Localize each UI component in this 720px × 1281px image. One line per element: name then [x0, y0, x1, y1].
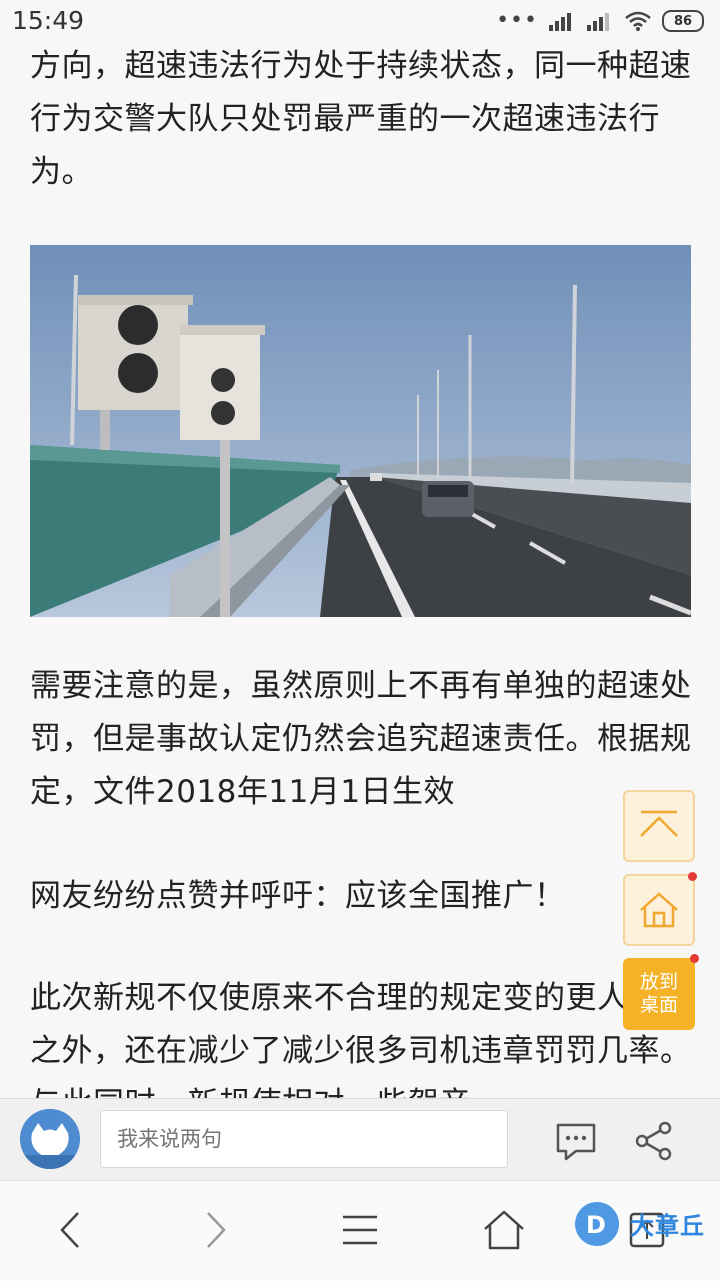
more-dots-icon: ••• — [496, 8, 538, 33]
home-nav-icon[interactable] — [479, 1205, 529, 1255]
add-to-desktop-label-2: 桌面 — [639, 994, 678, 1016]
notification-dot — [688, 872, 697, 881]
arrow-up-icon — [640, 810, 678, 837]
add-to-desktop-label-1: 放到 — [639, 971, 678, 993]
notification-dot — [690, 954, 699, 963]
article-paragraph-2: 需要注意的是，虽然原则上不再有单独的超速处罚，但是事故认定仍然会追究超速责任。根… — [30, 668, 692, 810]
wifi-icon — [625, 11, 651, 31]
signal-icon — [549, 13, 571, 31]
watermark-text: 大章丘 — [630, 1212, 705, 1240]
signal-icon-2 — [587, 13, 609, 31]
battery-icon: 86 — [662, 10, 704, 32]
comment-bar — [0, 1098, 720, 1181]
article-paragraph-4: 此次新规不仅使原来不合理的规定变的更人性化之外，还在减少了减少很多司机违章罚罚几… — [30, 980, 692, 1098]
status-time: 15:49 — [12, 6, 85, 35]
bottom-nav: D — [0, 1180, 720, 1281]
user-avatar-icon — [20, 1109, 80, 1169]
scroll-top-button[interactable] — [623, 790, 695, 862]
share-icon[interactable] — [632, 1119, 676, 1163]
home-icon — [640, 892, 678, 928]
svg-text:D: D — [586, 1211, 606, 1239]
home-float-button[interactable] — [623, 872, 697, 946]
avatar[interactable] — [20, 1109, 80, 1169]
article-photo — [30, 245, 691, 617]
back-icon[interactable] — [46, 1205, 96, 1255]
menu-icon[interactable] — [335, 1205, 385, 1255]
add-to-desktop-button[interactable]: 放到 桌面 — [623, 954, 699, 1030]
comment-icon[interactable] — [554, 1119, 598, 1163]
forward-icon[interactable] — [190, 1205, 240, 1255]
status-icons: ••• 86 — [496, 10, 704, 32]
article-paragraph-1: 方向，超速违法行为处于持续状态，同一种超速行为交警大队只处罚最严重的一次超速违法… — [30, 48, 692, 190]
status-bar: 15:49 ••• 86 — [0, 0, 720, 44]
watermark-logo-icon: D — [575, 1202, 619, 1246]
comment-input[interactable] — [100, 1110, 508, 1168]
article-paragraph-3: 网友纷纷点赞并呼吁：应该全国推广！ — [30, 878, 566, 914]
